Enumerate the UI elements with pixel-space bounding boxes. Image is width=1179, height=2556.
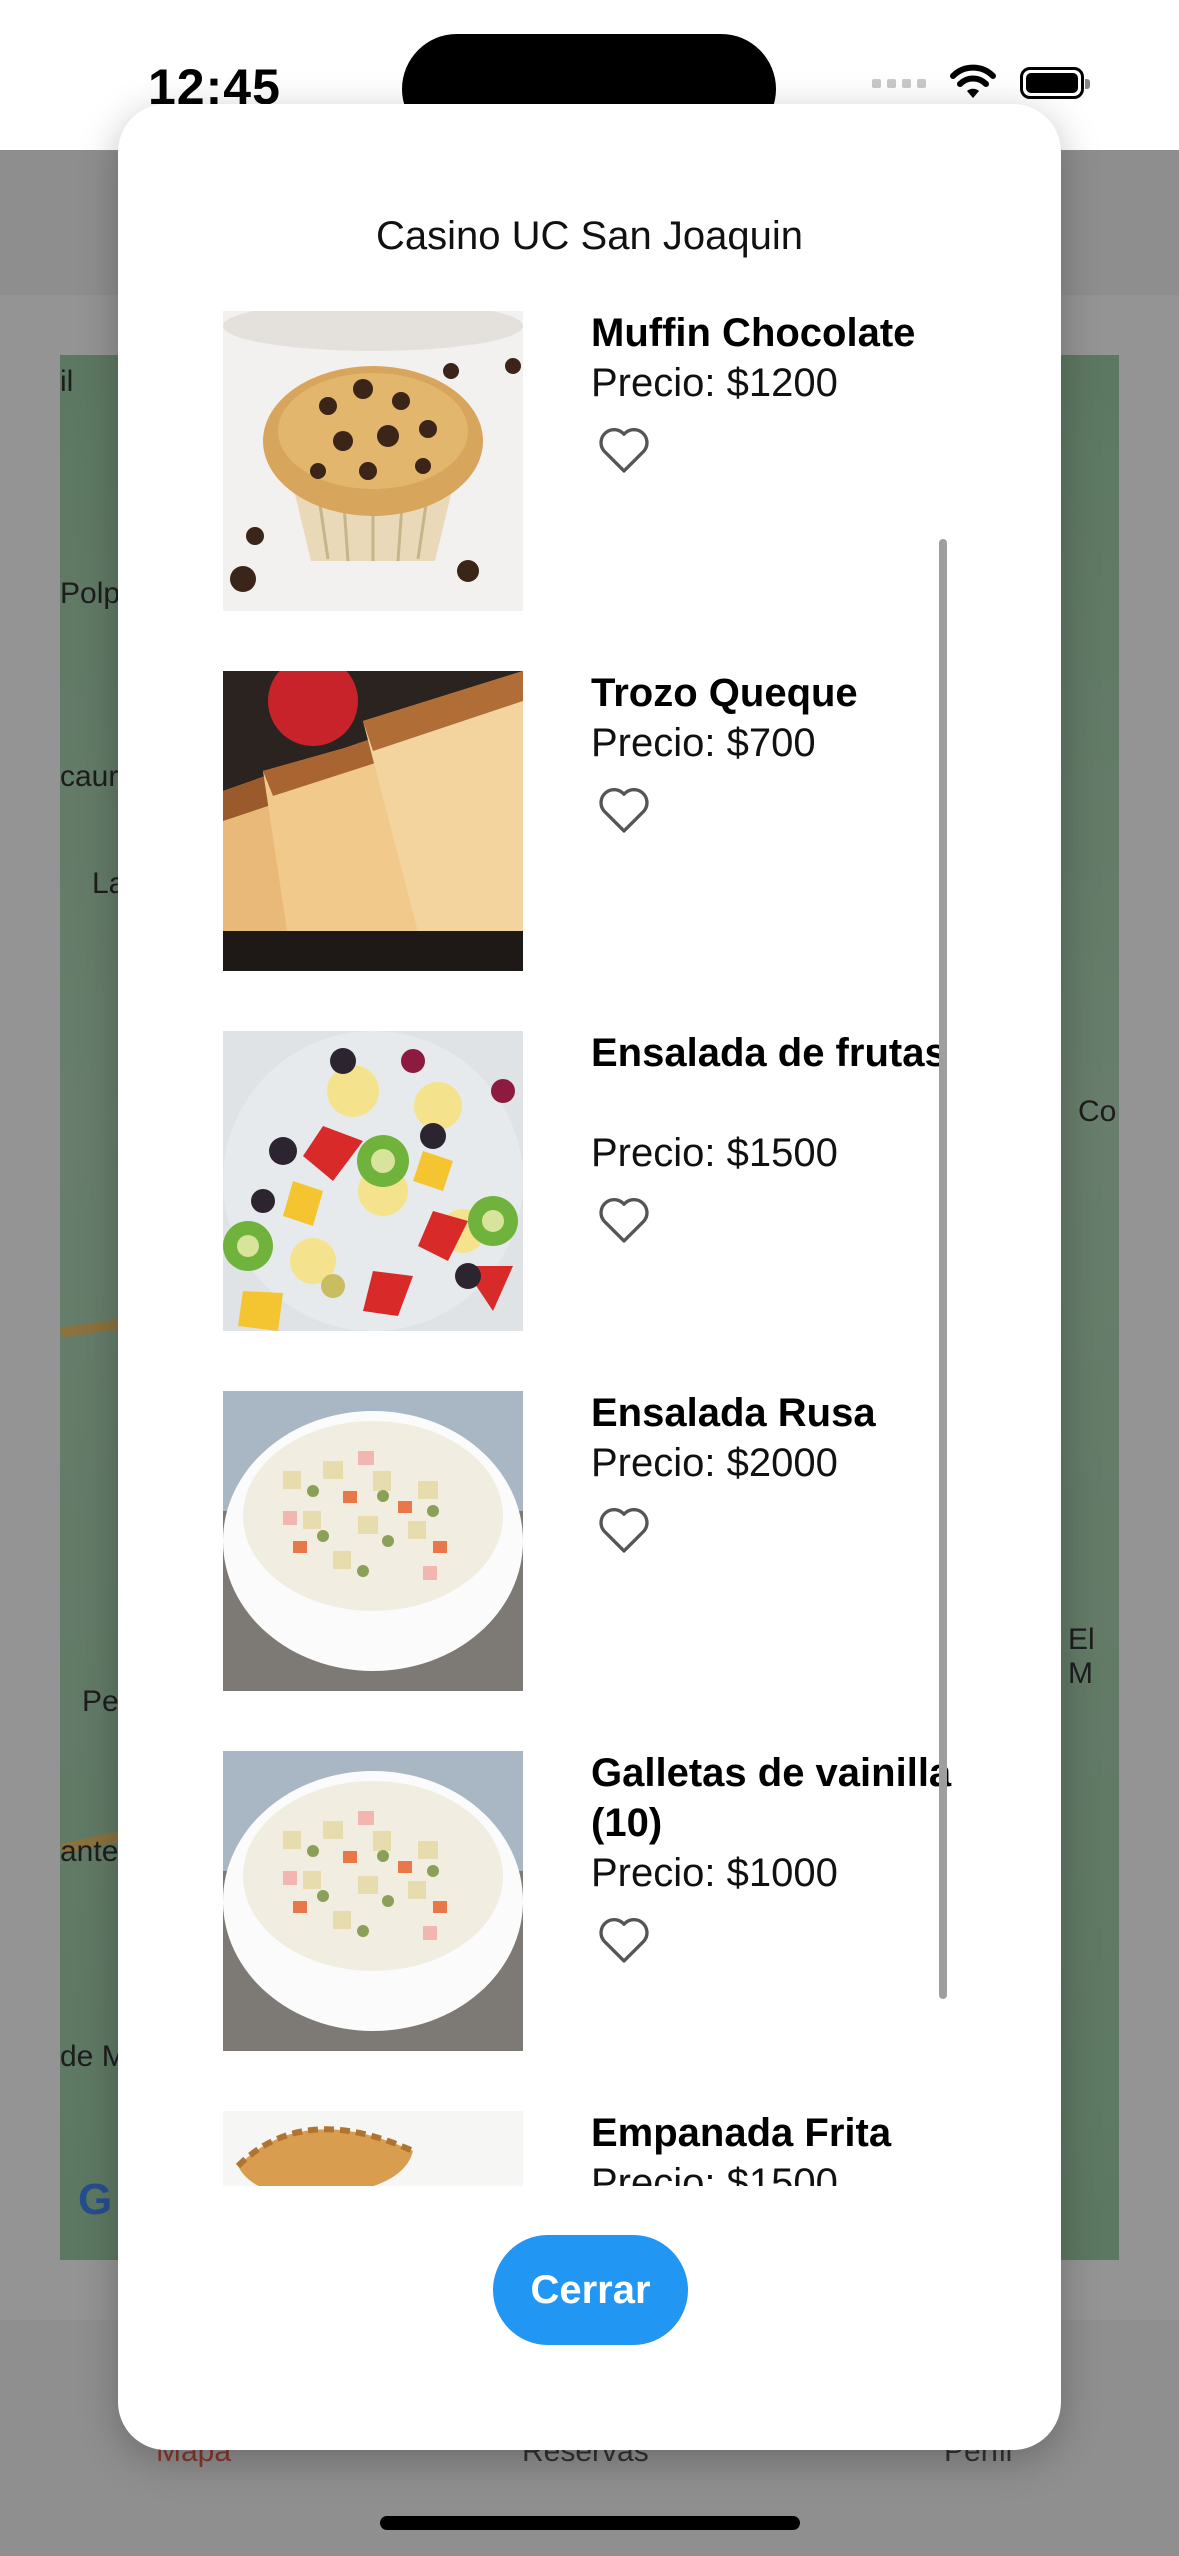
item-name: Ensalada Rusa <box>591 1391 876 1435</box>
fruit-salad-image <box>223 1031 523 1331</box>
heart-icon[interactable] <box>593 1908 655 1970</box>
status-icons <box>872 64 1090 102</box>
battery-icon <box>1020 67 1090 99</box>
russian-salad-image <box>223 1751 523 2051</box>
item-name: Trozo Queque <box>591 671 858 715</box>
item-name: Ensalada de frutas <box>591 1031 947 1075</box>
russian-salad-image <box>223 1391 523 1691</box>
scrollbar[interactable] <box>939 539 947 1999</box>
pound-cake-image <box>223 671 523 971</box>
menu-item-list[interactable]: Muffin Chocolate Precio: $1200 Trozo Que… <box>118 304 1061 2186</box>
list-item[interactable]: Trozo Queque Precio: $700 <box>118 624 1061 984</box>
home-indicator[interactable] <box>380 2516 800 2530</box>
item-name: Empanada Frita <box>591 2111 892 2155</box>
item-price: Precio: $1500 <box>591 2161 838 2186</box>
heart-icon[interactable] <box>593 1188 655 1250</box>
item-price: Precio: $1000 <box>591 1851 838 1895</box>
menu-modal: Casino UC San Joaquin Muffin Chocolate P… <box>118 104 1061 2450</box>
item-price: Precio: $1500 <box>591 1131 838 1175</box>
wifi-icon <box>950 64 996 98</box>
close-button[interactable]: Cerrar <box>493 2235 688 2345</box>
empanada-image <box>223 2111 523 2186</box>
muffin-image <box>223 311 523 611</box>
item-name: Muffin Chocolate <box>591 311 916 355</box>
item-name: Galletas de vainilla (10) <box>591 1751 952 1845</box>
list-item[interactable]: Ensalada de frutas Precio: $1500 <box>118 984 1061 1344</box>
list-item[interactable]: Muffin Chocolate Precio: $1200 <box>118 304 1061 624</box>
cellular-signal-icon <box>872 78 926 88</box>
modal-title: Casino UC San Joaquin <box>376 214 803 258</box>
list-item[interactable]: Galletas de vainilla (10) Precio: $1000 <box>118 1704 1061 2064</box>
item-price: Precio: $700 <box>591 721 816 765</box>
item-price: Precio: $1200 <box>591 361 838 405</box>
item-price: Precio: $2000 <box>591 1441 838 1485</box>
heart-icon[interactable] <box>593 778 655 840</box>
heart-icon[interactable] <box>593 1498 655 1560</box>
list-item[interactable]: Ensalada Rusa Precio: $2000 <box>118 1344 1061 1704</box>
heart-icon[interactable] <box>593 418 655 480</box>
list-item[interactable]: Empanada Frita Precio: $1500 <box>118 2064 1061 2186</box>
